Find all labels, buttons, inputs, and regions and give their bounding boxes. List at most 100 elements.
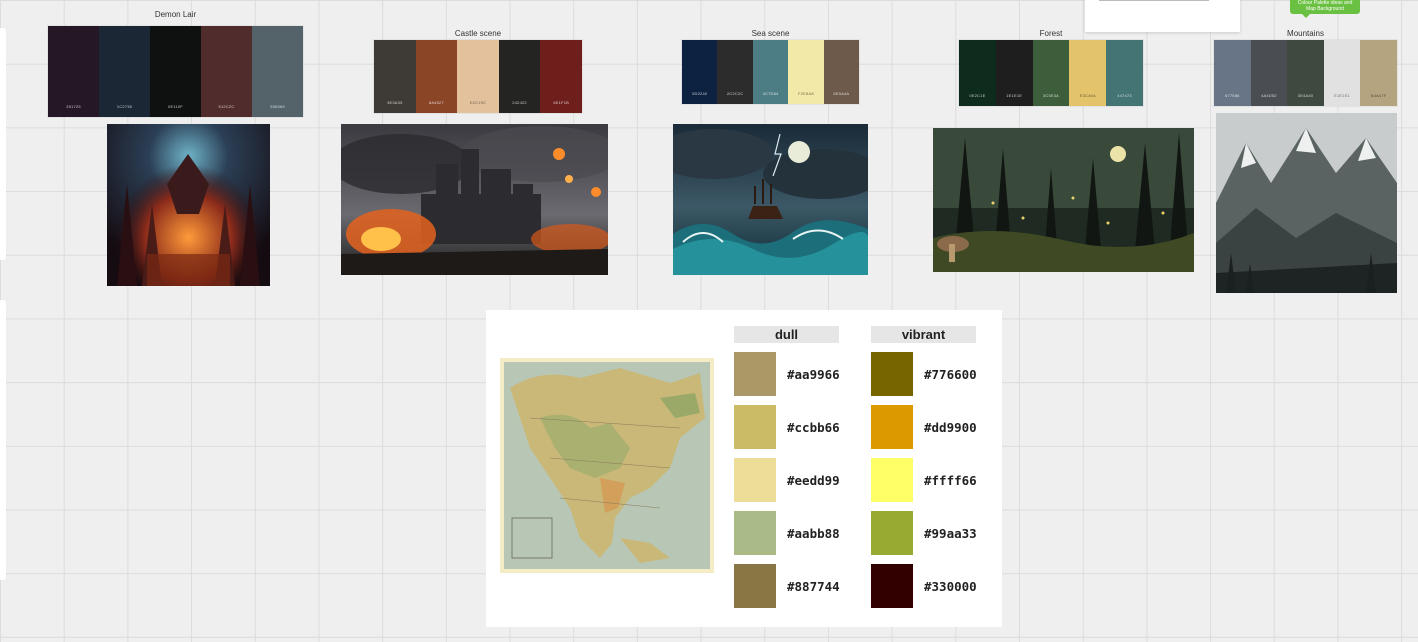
swatch-hex: 3E4A40 xyxy=(1297,93,1314,98)
swatch[interactable]: 4C7D84 xyxy=(752,40,789,104)
color-hex-label: #ffff66 xyxy=(924,472,977,488)
list-item[interactable]: #887744 xyxy=(734,564,840,608)
swatch-hex: 512C2C xyxy=(218,104,235,109)
vibrant-header: vibrant xyxy=(871,326,976,343)
swatch[interactable]: 4A4D52 xyxy=(1250,40,1288,106)
swatch[interactable]: F2E8A8 xyxy=(788,40,824,104)
list-item[interactable]: #776600 xyxy=(871,352,977,396)
board-title-castle-scene: Castle scene xyxy=(454,29,502,38)
swatch[interactable]: 0D2240 xyxy=(682,40,718,104)
palette-demon-lair[interactable]: 251725 1C2735 0E110F 512C2C 536369 xyxy=(48,26,303,117)
swatch-hex: 4A4D52 xyxy=(1261,93,1277,98)
palette-sea-scene[interactable]: 0D2240 2C2C2C 4C7D84 F2E8A8 6E5A4A xyxy=(682,40,860,104)
color-hex-label: #330000 xyxy=(924,578,977,594)
swatch-hex: 0D2240 xyxy=(692,91,708,96)
list-item[interactable]: #99aa33 xyxy=(871,511,977,555)
swatch[interactable]: 6E5A4A xyxy=(823,40,860,104)
swatch-hex: E1E1E1 xyxy=(1334,93,1351,98)
color-hex-label: #ccbb66 xyxy=(787,419,840,435)
swatch[interactable]: 0E2C1E xyxy=(959,40,996,106)
swatch-hex: 536369 xyxy=(270,104,285,109)
mountains-image[interactable] xyxy=(1216,113,1397,293)
swatch-hex: 251725 xyxy=(66,104,81,109)
swatch[interactable]: 8A4527 xyxy=(415,40,458,113)
swatch-hex: 4C7D84 xyxy=(762,91,779,96)
swatch[interactable]: 251725 xyxy=(48,26,99,117)
swatch-hex: 3C5E3A xyxy=(1042,93,1060,98)
color-swatch[interactable] xyxy=(734,352,776,396)
swatch[interactable]: 3E4A40 xyxy=(1287,40,1324,106)
map-palette-panel[interactable]: dull vibrant #aa9966 #ccbb66 #eedd99 #aa… xyxy=(486,310,1002,627)
palette-mountains[interactable]: 677586 4A4D52 3E4A40 E1E1E1 B4A47F xyxy=(1214,40,1397,106)
swatch[interactable]: 1E1E1E xyxy=(995,40,1033,106)
color-swatch[interactable] xyxy=(734,564,776,608)
list-item[interactable]: #eedd99 xyxy=(734,458,840,502)
swatch[interactable]: 536369 xyxy=(252,26,303,117)
swatch[interactable]: 242422 xyxy=(498,40,541,113)
swatch[interactable]: 3E3A35 xyxy=(374,40,416,113)
swatch-hex: B4A47F xyxy=(1370,93,1387,98)
swatch-hex: 2C2C2C xyxy=(726,91,744,96)
swatch[interactable]: 2C2C2C xyxy=(717,40,753,104)
note-card[interactable] xyxy=(1085,0,1240,32)
swatch[interactable]: B4A47F xyxy=(1360,40,1397,106)
swatch[interactable]: 3C5E3A xyxy=(1032,40,1070,106)
color-swatch[interactable] xyxy=(871,352,913,396)
color-hex-label: #776600 xyxy=(924,366,977,382)
swatch-hex: 1C2735 xyxy=(116,104,133,109)
list-item[interactable]: #aabb88 xyxy=(734,511,840,555)
left-rail-top xyxy=(0,28,6,260)
swatch-hex: 0E110F xyxy=(168,104,183,109)
list-item[interactable]: #ffff66 xyxy=(871,458,977,502)
board-title-demon-lair: Demon Lair xyxy=(154,10,197,19)
swatch-hex: 447473 xyxy=(1117,93,1132,98)
swatch[interactable]: 6E1F1B xyxy=(540,40,582,113)
color-hex-label: #99aa33 xyxy=(924,525,977,541)
note-card-text xyxy=(1099,0,1209,1)
color-swatch[interactable] xyxy=(871,511,913,555)
castle-scene-image[interactable] xyxy=(341,124,608,275)
vibrant-swatch-list: #776600 #dd9900 #ffff66 #99aa33 #330000 xyxy=(871,352,977,617)
swatch[interactable]: 447473 xyxy=(1106,40,1143,106)
color-hex-label: #dd9900 xyxy=(924,419,977,435)
swatch[interactable]: E2C19C xyxy=(457,40,499,113)
dull-header: dull xyxy=(734,326,839,343)
swatch-hex: 242422 xyxy=(512,100,527,105)
color-swatch[interactable] xyxy=(734,511,776,555)
color-hex-label: #aabb88 xyxy=(787,525,840,541)
list-item[interactable]: #330000 xyxy=(871,564,977,608)
swatch-hex: 8A4527 xyxy=(428,100,444,105)
sticky-note[interactable]: Colour Palette ideas and Map Background xyxy=(1290,0,1360,18)
board-title-forest: Forest xyxy=(1039,29,1063,38)
swatch-hex: E3C46A xyxy=(1079,93,1096,98)
color-swatch[interactable] xyxy=(871,405,913,449)
palette-forest[interactable]: 0E2C1E 1E1E1E 3C5E3A E3C46A 447473 xyxy=(959,40,1143,106)
color-swatch[interactable] xyxy=(871,564,913,608)
color-swatch[interactable] xyxy=(734,458,776,502)
dull-swatch-list: #aa9966 #ccbb66 #eedd99 #aabb88 #887744 xyxy=(734,352,840,617)
board-title-sea-scene: Sea scene xyxy=(751,29,790,38)
swatch-hex: 3E3A35 xyxy=(387,100,403,105)
map-image[interactable] xyxy=(500,358,714,573)
swatch[interactable]: 0E110F xyxy=(150,26,201,117)
forest-image[interactable] xyxy=(933,128,1194,272)
swatch-hex: 1E1E1E xyxy=(1006,93,1023,98)
palette-castle-scene[interactable]: 3E3A35 8A4527 E2C19C 242422 6E1F1B xyxy=(374,40,582,113)
swatch[interactable]: 677586 xyxy=(1214,40,1251,106)
color-swatch[interactable] xyxy=(734,405,776,449)
sea-scene-image[interactable] xyxy=(673,124,868,275)
swatch[interactable]: E1E1E1 xyxy=(1323,40,1361,106)
swatch[interactable]: 512C2C xyxy=(201,26,252,117)
demon-lair-image[interactable] xyxy=(107,124,270,286)
color-hex-label: #887744 xyxy=(787,578,840,594)
swatch[interactable]: E3C46A xyxy=(1069,40,1107,106)
board-title-mountains: Mountains xyxy=(1287,29,1324,38)
color-swatch[interactable] xyxy=(871,458,913,502)
list-item[interactable]: #dd9900 xyxy=(871,405,977,449)
list-item[interactable]: #aa9966 xyxy=(734,352,840,396)
swatch-hex: F2E8A8 xyxy=(798,91,814,96)
list-item[interactable]: #ccbb66 xyxy=(734,405,840,449)
left-rail-bottom xyxy=(0,300,6,580)
swatch-hex: 6E5A4A xyxy=(833,91,850,96)
swatch[interactable]: 1C2735 xyxy=(99,26,150,117)
